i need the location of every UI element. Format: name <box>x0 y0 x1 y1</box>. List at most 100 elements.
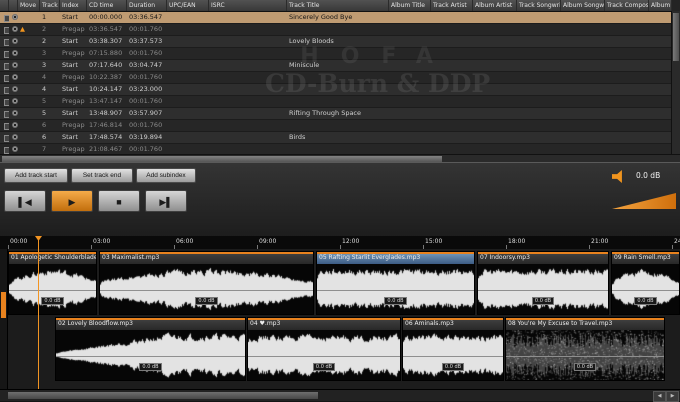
cell-upc-ean[interactable] <box>167 12 209 23</box>
cell-track-composer[interactable] <box>605 72 649 83</box>
cell-track-composer[interactable] <box>605 48 649 59</box>
cell-track-songwriter[interactable] <box>517 132 561 143</box>
cell-album-songwriter[interactable] <box>561 96 605 107</box>
cell-move[interactable] <box>18 84 40 95</box>
cell-album-songwriter[interactable] <box>561 72 605 83</box>
audio-clip[interactable]: 07 Indoorsy.mp30.0 dB <box>477 251 609 315</box>
cell-album-title[interactable] <box>389 132 431 143</box>
add-track-start-button[interactable]: Add track start <box>4 168 68 183</box>
cell-album-composer[interactable] <box>649 96 672 107</box>
cell-album-composer[interactable] <box>649 36 672 47</box>
play-button[interactable]: ▶ <box>51 190 93 212</box>
cell-isrc[interactable] <box>209 72 287 83</box>
cell-track-composer[interactable] <box>605 108 649 119</box>
clip-gain-line[interactable]: 0.0 dB <box>56 356 245 376</box>
cell-album-artist[interactable] <box>473 72 517 83</box>
audio-clip[interactable]: 06 Aminals.mp30.0 dB <box>402 317 504 381</box>
cell-album-artist[interactable] <box>473 96 517 107</box>
column-header[interactable]: Track Composer <box>605 0 649 11</box>
clip-gain-line[interactable]: 0.0 dB <box>9 290 96 310</box>
cell-track-artist[interactable] <box>431 12 473 23</box>
clip-title[interactable]: 06 Aminals.mp3 <box>403 318 503 330</box>
clip-gain-line[interactable]: 0.0 dB <box>248 356 400 376</box>
table-row[interactable]: 2Start03:38.30703:37.573Lovely Bloods <box>0 36 672 48</box>
cell-album-artist[interactable] <box>473 24 517 35</box>
cell-track-composer[interactable] <box>605 24 649 35</box>
cell-upc-ean[interactable] <box>167 132 209 143</box>
cell-album-artist[interactable] <box>473 48 517 59</box>
column-header[interactable]: Album Title <box>389 0 431 11</box>
cell-track-composer[interactable] <box>605 96 649 107</box>
cell-isrc[interactable] <box>209 132 287 143</box>
cell-upc-ean[interactable] <box>167 108 209 119</box>
clip-gain-value[interactable]: 0.0 dB <box>139 363 161 371</box>
cell-album-composer[interactable] <box>649 60 672 71</box>
table-row[interactable]: 5Start13:48.90703:57.907Rifting Through … <box>0 108 672 120</box>
cell-album-artist[interactable] <box>473 60 517 71</box>
cell-album-artist[interactable] <box>473 132 517 143</box>
cell-album-composer[interactable] <box>649 72 672 83</box>
cell-track-songwriter[interactable] <box>517 96 561 107</box>
set-track-end-button[interactable]: Set track end <box>71 168 133 183</box>
cell-track-title[interactable] <box>287 84 389 95</box>
cell-track-composer[interactable] <box>605 120 649 131</box>
cell-move[interactable] <box>18 48 40 59</box>
cell-upc-ean[interactable] <box>167 60 209 71</box>
clip-gain-value[interactable]: 0.0 dB <box>195 297 217 305</box>
cell-move[interactable] <box>18 108 40 119</box>
clip-gain-line[interactable]: 0.0 dB <box>100 290 313 310</box>
table-row[interactable]: 4Start10:24.14703:23.000 <box>0 84 672 96</box>
clip-title[interactable]: 09 Rain Smell.mp3 <box>612 252 679 264</box>
clip-gain-line[interactable]: 0.0 dB <box>317 290 474 310</box>
timeline-ruler[interactable]: 00:0003:0006:0009:0012:0015:0018:0021:00… <box>0 236 680 250</box>
column-header[interactable]: ISRC <box>209 0 287 11</box>
cell-track-songwriter[interactable] <box>517 24 561 35</box>
cell-track-artist[interactable] <box>431 120 473 131</box>
clip-gain-value[interactable]: 0.0 dB <box>41 297 63 305</box>
cell-isrc[interactable] <box>209 96 287 107</box>
cell-isrc[interactable] <box>209 120 287 131</box>
cell-upc-ean[interactable] <box>167 36 209 47</box>
clip-title[interactable]: 08 You're My Excuse to Travel.mp3 <box>506 318 664 330</box>
stop-button[interactable]: ■ <box>98 190 140 212</box>
cell-track-artist[interactable] <box>431 48 473 59</box>
cell-track-title[interactable]: Miniscule <box>287 60 389 71</box>
cell-track-artist[interactable] <box>431 132 473 143</box>
cell-track-title[interactable]: Birds <box>287 132 389 143</box>
cell-move[interactable] <box>18 132 40 143</box>
audio-clip[interactable]: 05 Rafting Starlit Everglades.mp30.0 dB <box>316 251 475 315</box>
cell-upc-ean[interactable] <box>167 84 209 95</box>
cell-album-artist[interactable] <box>473 120 517 131</box>
table-row[interactable]: 3Start07:17.64003:04.747Miniscule <box>0 60 672 72</box>
cell-move[interactable] <box>18 120 40 131</box>
timeline-scrollbar[interactable]: ◀ ▶ <box>0 389 680 401</box>
cell-track-composer[interactable] <box>605 132 649 143</box>
cell-upc-ean[interactable] <box>167 48 209 59</box>
add-subindex-button[interactable]: Add subindex <box>136 168 196 183</box>
cell-isrc[interactable] <box>209 36 287 47</box>
cell-track-songwriter[interactable] <box>517 60 561 71</box>
cell-upc-ean[interactable] <box>167 96 209 107</box>
previous-button[interactable]: ▌◀ <box>4 190 46 212</box>
cell-track-title[interactable] <box>287 72 389 83</box>
cell-isrc[interactable] <box>209 24 287 35</box>
column-header[interactable]: Move <box>18 0 40 11</box>
cell-album-composer[interactable] <box>649 24 672 35</box>
cell-album-composer[interactable] <box>649 120 672 131</box>
table-vertical-scrollbar-thumb[interactable] <box>673 13 679 61</box>
clip-gain-value[interactable]: 0.0 dB <box>313 363 335 371</box>
cell-track-title[interactable] <box>287 96 389 107</box>
table-row[interactable]: 6Pregap17:46.81400:01.760 <box>0 120 672 132</box>
cell-album-title[interactable] <box>389 72 431 83</box>
cell-track-title[interactable]: Lovely Bloods <box>287 36 389 47</box>
cell-album-composer[interactable] <box>649 132 672 143</box>
cell-track-songwriter[interactable] <box>517 12 561 23</box>
cell-move[interactable] <box>18 60 40 71</box>
cell-track-title[interactable] <box>287 48 389 59</box>
vertical-zoom-thumb[interactable] <box>1 292 6 318</box>
column-header[interactable]: Track <box>40 0 60 11</box>
cell-album-title[interactable] <box>389 96 431 107</box>
clip-gain-line[interactable]: 0.0 dB <box>612 290 679 310</box>
clip-title[interactable]: 04 ♥.mp3 <box>248 318 400 330</box>
cell-album-title[interactable] <box>389 36 431 47</box>
